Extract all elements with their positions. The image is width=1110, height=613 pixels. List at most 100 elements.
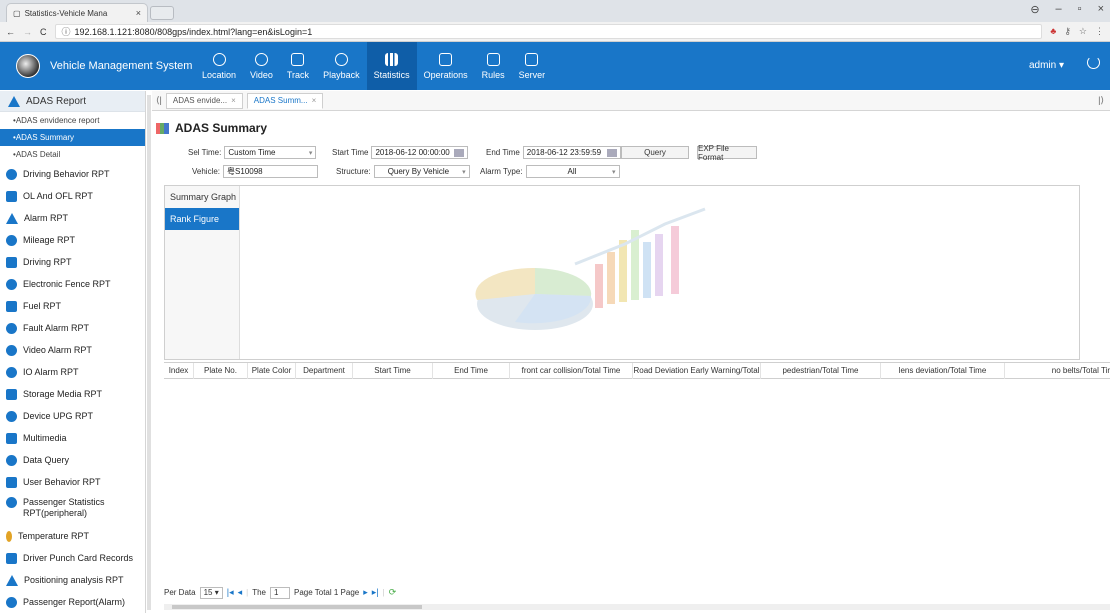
- sidebar-item-label: Fuel RPT: [23, 301, 62, 311]
- menu-icon[interactable]: ⋮: [1095, 26, 1104, 37]
- sel-time-select[interactable]: Custom Time ▾: [224, 146, 317, 159]
- vehicle-input[interactable]: 粤S10098: [223, 165, 319, 178]
- sidebar-item-fence[interactable]: Electronic Fence RPT: [0, 273, 145, 295]
- sidebar-item-label: IO Alarm RPT: [23, 367, 79, 377]
- sidebar-item-fuel[interactable]: Fuel RPT: [0, 295, 145, 317]
- col-no-belts[interactable]: no belts/Total Tir: [1005, 363, 1110, 379]
- tab-summary-graph[interactable]: Summary Graph: [165, 186, 239, 208]
- passenger-icon: [6, 497, 17, 508]
- nav-statistics[interactable]: Statistics: [366, 42, 417, 90]
- key-icon[interactable]: ⚷: [1064, 26, 1071, 37]
- nav-server[interactable]: Server: [512, 42, 553, 90]
- sidebar-item-positioning[interactable]: Positioning analysis RPT: [0, 569, 145, 591]
- sidebar-item-mileage[interactable]: Mileage RPT: [0, 229, 145, 251]
- first-page-icon[interactable]: |◂: [227, 587, 234, 598]
- query-button[interactable]: Query: [621, 146, 689, 159]
- maximize-icon[interactable]: ▫: [1078, 3, 1082, 16]
- sidebar-item-device-upg[interactable]: Device UPG RPT: [0, 405, 145, 427]
- profile-icon[interactable]: ⊖: [1030, 3, 1039, 16]
- alarm-type-select[interactable]: All ▾: [525, 165, 620, 178]
- horizontal-scrollbar[interactable]: [164, 604, 1110, 610]
- close-tab-icon[interactable]: ×: [136, 8, 141, 18]
- tab-rank-figure[interactable]: Rank Figure: [165, 208, 239, 230]
- address-bar-row: ← → C ⓘ 192.168.1.121:8080/808gps/index.…: [0, 22, 1110, 42]
- sidebar-item-ol-ofl[interactable]: OL And OFL RPT: [0, 185, 145, 207]
- power-icon[interactable]: [1087, 56, 1100, 69]
- sidebar-item-data-query[interactable]: Data Query: [0, 449, 145, 471]
- sidebar-item-passenger-stats[interactable]: Passenger Statistics RPT(peripheral): [0, 493, 145, 525]
- sidebar-item-punch-card[interactable]: Driver Punch Card Records: [0, 547, 145, 569]
- nav-video[interactable]: Video: [243, 42, 280, 90]
- rules-icon: [486, 52, 500, 66]
- col-plate-no[interactable]: Plate No.: [194, 362, 248, 379]
- prev-page-icon[interactable]: ◂: [238, 587, 243, 598]
- col-lens-deviation[interactable]: lens deviation/Total Time: [881, 362, 1005, 379]
- sidebar-header-adas[interactable]: ADAS Report: [0, 91, 145, 112]
- main-nav: Location Video Track Playback Statistics…: [195, 42, 552, 90]
- forward-icon[interactable]: →: [23, 27, 32, 37]
- minimize-icon[interactable]: –: [1056, 3, 1062, 16]
- nav-operations[interactable]: Operations: [417, 42, 475, 90]
- next-page-icon[interactable]: ▸: [363, 587, 368, 598]
- refresh-icon[interactable]: ⟳: [389, 587, 397, 598]
- col-road-deviation[interactable]: Road Deviation Early Warning/Total: [633, 362, 761, 379]
- sidebar-item-io-alarm[interactable]: IO Alarm RPT: [0, 361, 145, 383]
- per-data-select[interactable]: 15 ▾: [199, 586, 223, 599]
- nav-location[interactable]: Location: [195, 42, 243, 90]
- sidebar-item-temperature[interactable]: Temperature RPT: [0, 525, 145, 547]
- driving-icon: [6, 256, 17, 268]
- logo-icon: [16, 54, 40, 78]
- page-input[interactable]: 1: [270, 586, 290, 599]
- structure-select[interactable]: Query By Vehicle ▾: [373, 165, 470, 178]
- export-button[interactable]: EXP File Format: [697, 144, 757, 162]
- reload-icon[interactable]: C: [40, 27, 47, 37]
- new-tab-button[interactable]: [150, 6, 174, 20]
- col-end-time[interactable]: End Time: [433, 362, 510, 379]
- col-department[interactable]: Department: [296, 362, 353, 379]
- sidebar-item-passenger-alarm[interactable]: Passenger Report(Alarm): [0, 591, 145, 613]
- tab-adas-evidence[interactable]: ADAS envide... ×: [165, 92, 243, 109]
- sidebar-item-fault[interactable]: Fault Alarm RPT: [0, 317, 145, 339]
- sidebar-item-storage[interactable]: Storage Media RPT: [0, 383, 145, 405]
- extension-icon[interactable]: ♣: [1050, 26, 1056, 37]
- scroll-thumb[interactable]: [172, 605, 422, 609]
- browser-tab[interactable]: ▢ Statistics-Vehicle Mana ×: [6, 3, 148, 22]
- url-field[interactable]: ⓘ 192.168.1.121:8080/808gps/index.html?l…: [54, 24, 1043, 39]
- sidebar-item-alarm[interactable]: Alarm RPT: [0, 207, 145, 229]
- star-icon[interactable]: ☆: [1079, 26, 1087, 37]
- tabs-right-arrow-icon[interactable]: |⟩: [1098, 95, 1104, 106]
- start-time-input[interactable]: 2018-06-12 00:00:00: [371, 146, 469, 159]
- sidebar-item-video-alarm[interactable]: Video Alarm RPT: [0, 339, 145, 361]
- col-index[interactable]: Index: [164, 362, 194, 379]
- user-menu[interactable]: admin ▾: [1029, 60, 1064, 71]
- back-icon[interactable]: ←: [6, 27, 15, 37]
- operations-icon: [439, 52, 453, 66]
- calendar-icon[interactable]: [606, 148, 617, 157]
- col-plate-color[interactable]: Plate Color: [248, 362, 296, 379]
- close-icon[interactable]: ×: [312, 96, 317, 105]
- tab-adas-summary[interactable]: ADAS Summ... ×: [246, 92, 324, 109]
- start-time-row: Start Time 2018-06-12 00:00:00: [332, 146, 469, 159]
- separator: |: [382, 588, 385, 597]
- nav-track[interactable]: Track: [280, 42, 316, 90]
- col-front-car-collision[interactable]: front car collision/Total Time: [510, 362, 633, 379]
- col-start-time[interactable]: Start Time: [353, 362, 433, 379]
- sidebar-subitem-adas-evidence[interactable]: • ADAS envidence report: [0, 112, 145, 129]
- tabs-left-arrow-icon[interactable]: ⟨|: [156, 95, 162, 106]
- nav-rules[interactable]: Rules: [475, 42, 512, 90]
- sidebar-subitem-adas-detail[interactable]: • ADAS Detail: [0, 146, 145, 163]
- sidebar-item-driving[interactable]: Driving RPT: [0, 251, 145, 273]
- end-time-input[interactable]: 2018-06-12 23:59:59: [522, 146, 621, 159]
- col-pedestrian[interactable]: pedestrian/Total Time: [761, 362, 881, 379]
- nav-playback[interactable]: Playback: [316, 42, 367, 90]
- sidebar-subitem-adas-summary[interactable]: • ADAS Summary: [0, 129, 145, 146]
- sidebar-item-driving-behavior[interactable]: Driving Behavior RPT: [0, 163, 145, 185]
- calendar-icon[interactable]: [454, 148, 465, 157]
- sidebar-item-multimedia[interactable]: Multimedia: [0, 427, 145, 449]
- sidebar-item-user-behavior[interactable]: User Behavior RPT: [0, 471, 145, 493]
- close-window-icon[interactable]: ×: [1098, 3, 1104, 16]
- nav-label: Video: [250, 69, 273, 80]
- sidebar-scrollbar[interactable]: [147, 95, 151, 610]
- close-icon[interactable]: ×: [231, 96, 236, 105]
- last-page-icon[interactable]: ▸|: [372, 587, 379, 598]
